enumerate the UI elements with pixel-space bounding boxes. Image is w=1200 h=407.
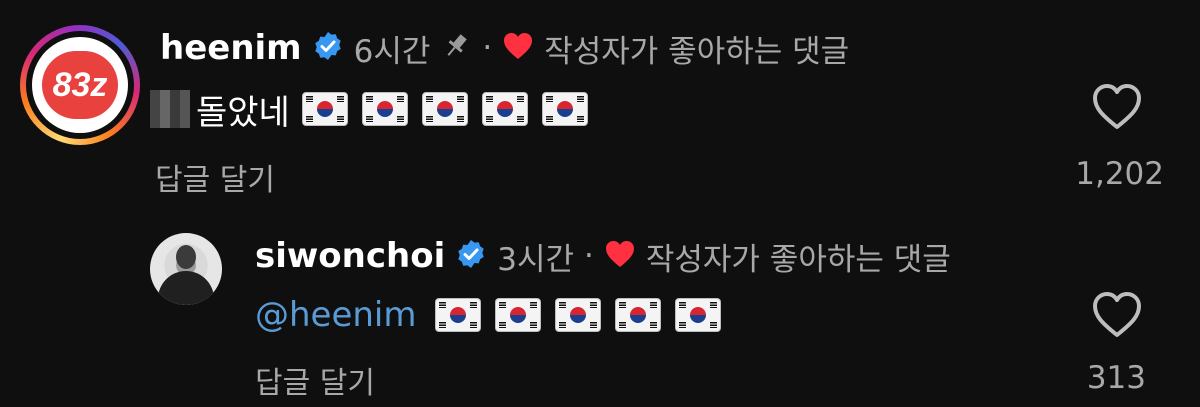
heart-filled-icon <box>604 239 636 273</box>
like-heart-icon[interactable] <box>1090 82 1144 136</box>
verified-badge-icon <box>455 238 487 274</box>
username-heenim[interactable]: heenim <box>160 28 302 68</box>
korea-flag-icon <box>361 92 408 126</box>
verified-badge-icon <box>312 30 344 66</box>
censored-text-block <box>150 90 190 128</box>
flag-emoji-row <box>434 298 721 332</box>
svg-text:83z: 83z <box>53 66 108 104</box>
comment-header-siwonchoi: siwonchoi 3시간 · 작성자가 좋아하는 댓글 <box>255 234 951 278</box>
korea-flag-icon <box>434 298 481 332</box>
like-count: 1,202 <box>1075 156 1164 192</box>
korea-flag-icon <box>421 92 468 126</box>
liked-by-creator-label: 작성자가 좋아하는 댓글 <box>645 241 951 278</box>
korea-flag-icon <box>481 92 528 126</box>
liked-by-creator-label: 작성자가 좋아하는 댓글 <box>544 33 850 70</box>
comment-time: 6시간 <box>353 33 431 70</box>
reply-button[interactable]: 답글 달기 <box>155 155 275 199</box>
korea-flag-icon <box>301 92 348 126</box>
like-heart-icon[interactable] <box>1090 290 1144 344</box>
korea-flag-icon <box>674 298 721 332</box>
avatar-heenim[interactable]: 83z <box>20 25 140 145</box>
comment-body-siwonchoi: @heenim <box>255 292 721 338</box>
avatar-siwonchoi[interactable] <box>150 233 222 305</box>
like-count: 313 <box>1086 360 1146 396</box>
comment-header-heenim: heenim 6시간 · 작성자가 좋아하는 댓글 <box>160 26 849 70</box>
korea-flag-icon <box>554 298 601 332</box>
mention-link[interactable]: @heenim <box>255 295 417 335</box>
username-siwonchoi[interactable]: siwonchoi <box>255 236 445 276</box>
korea-flag-icon <box>541 92 588 126</box>
comment-text: 돌았네 <box>196 92 290 133</box>
korea-flag-icon <box>494 298 541 332</box>
comment-time: 3시간 <box>497 241 575 278</box>
comment-body-heenim: 돌았네 <box>150 86 588 133</box>
logo-83z: 83z <box>42 51 118 119</box>
separator-dot: · <box>584 238 594 274</box>
separator-dot: · <box>482 30 493 66</box>
heart-filled-icon <box>502 31 534 65</box>
flag-emoji-row <box>301 92 588 126</box>
reply-button[interactable]: 답글 달기 <box>255 358 375 402</box>
pin-icon <box>440 30 472 66</box>
korea-flag-icon <box>614 298 661 332</box>
